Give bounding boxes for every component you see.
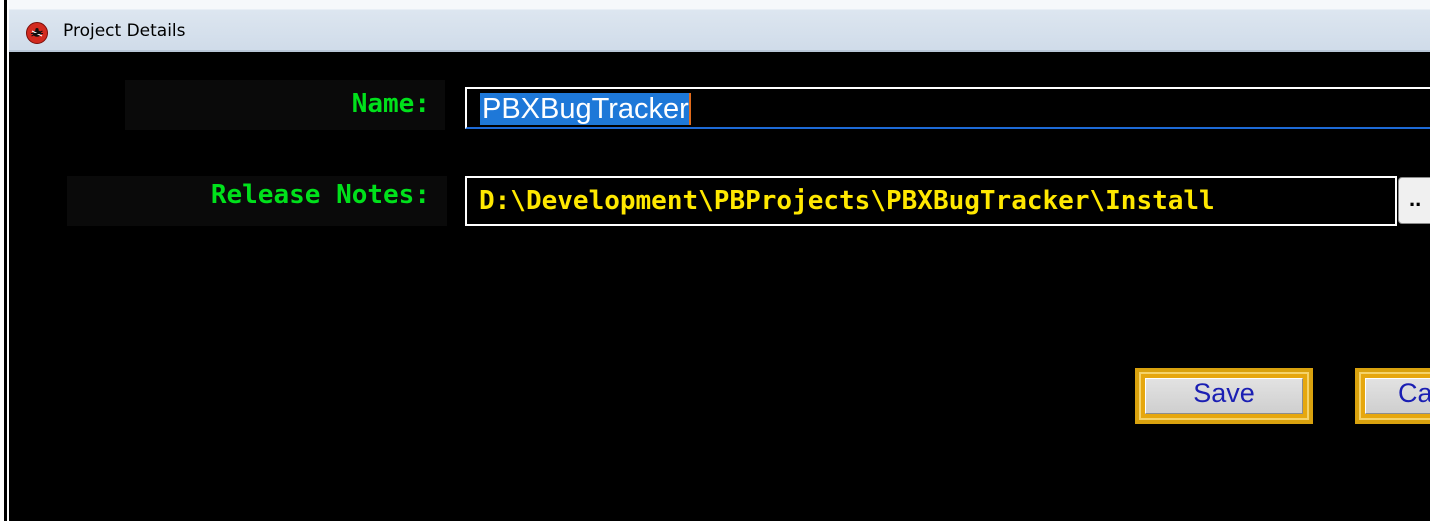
text-caret <box>689 93 691 125</box>
release-notes-input-value: D:\Development\PBProjects\PBXBugTracker\… <box>479 186 1215 216</box>
name-label: Name: <box>351 89 430 119</box>
name-input-value: PBXBugTracker <box>480 93 689 125</box>
save-button[interactable]: Save <box>1135 368 1313 424</box>
cancel-button-label: Cancel <box>1398 378 1430 408</box>
window-left-edge <box>0 0 9 521</box>
release-notes-label: Release Notes: <box>210 180 430 210</box>
release-notes-input[interactable]: D:\Development\PBProjects\PBXBugTracker\… <box>465 176 1397 226</box>
title-bar[interactable]: Project Details <box>9 0 1430 52</box>
save-button-label: Save <box>1193 378 1255 408</box>
browse-button[interactable]: .. <box>1398 177 1430 224</box>
window-title: Project Details <box>63 21 186 41</box>
cancel-button[interactable]: Cancel <box>1355 368 1430 424</box>
name-input[interactable]: PBXBugTracker <box>465 87 1430 129</box>
browse-button-label: .. <box>1409 186 1422 211</box>
bug-app-icon <box>26 22 48 44</box>
project-details-window: Project Details Name: PBXBugTracker Rele… <box>0 0 1430 521</box>
form-area: Name: PBXBugTracker Release Notes: D:\De… <box>9 52 1430 521</box>
